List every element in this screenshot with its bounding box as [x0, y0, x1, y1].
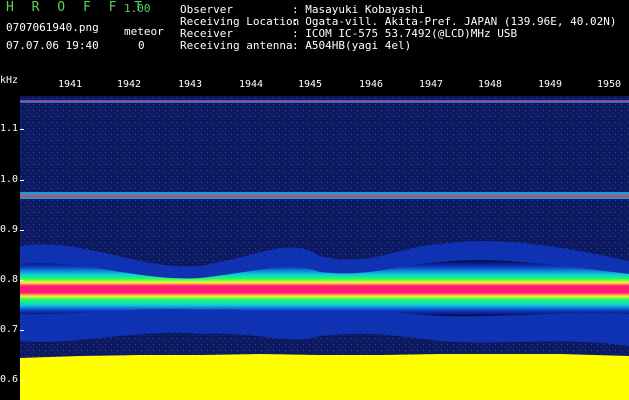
x-tick-label: 1942 [116, 79, 142, 90]
antenna-value: : A504HB(yagi 4el) [292, 39, 412, 52]
x-tick-label: 1946 [358, 79, 384, 90]
y-tick-label: 1.1 [0, 123, 19, 134]
ground-signal [20, 354, 629, 400]
carrier-line-top-core [20, 101, 629, 102]
y-tick-label: 0.6 [0, 374, 19, 385]
meteor-count: 0 [138, 39, 145, 52]
carrier-line-mid-core [20, 195, 629, 197]
y-tick-label: 0.7 [0, 324, 19, 335]
y-tick [20, 230, 24, 231]
y-tick [20, 330, 24, 331]
filename: 0707061940.png [6, 21, 99, 34]
spectrogram [20, 96, 629, 400]
datetime: 07.07.06 19:40 [6, 39, 99, 52]
x-tick-label: 1945 [297, 79, 323, 90]
y-tick [20, 180, 24, 181]
x-tick-label: 1941 [57, 79, 83, 90]
x-tick-label: 1943 [177, 79, 203, 90]
x-tick-label: 1947 [418, 79, 444, 90]
y-tick-label: 0.9 [0, 224, 19, 235]
y-tick [20, 380, 24, 381]
header-panel: H R O F F T 1.00 0707061940.png meteor 0… [0, 0, 629, 74]
x-tick-label: 1948 [477, 79, 503, 90]
x-tick-label: 1944 [238, 79, 264, 90]
meteor-label: meteor [124, 25, 164, 38]
y-tick [20, 280, 24, 281]
y-tick-label: 1.0 [0, 174, 19, 185]
y-unit-label: kHz [0, 75, 19, 86]
antenna-label: Receiving antenna [180, 39, 293, 52]
app-version: 1.00 [124, 2, 151, 15]
y-tick-label: 0.8 [0, 274, 19, 285]
y-tick [20, 129, 24, 130]
x-tick-label: 1950 [596, 79, 622, 90]
x-tick-label: 1949 [537, 79, 563, 90]
